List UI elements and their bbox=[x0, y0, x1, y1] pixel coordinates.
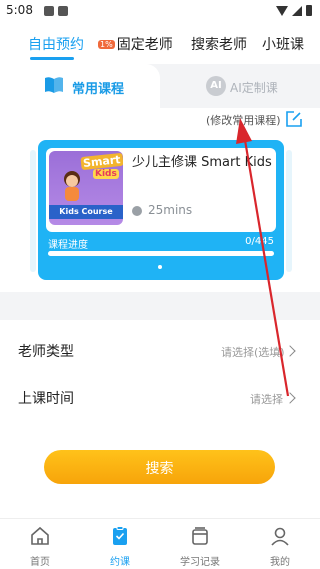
tab-free-booking[interactable]: 自由预约 bbox=[28, 34, 84, 54]
status-system-icons bbox=[276, 5, 312, 16]
course-title: 少儿主修课 Smart Kids bbox=[132, 155, 272, 170]
book-stack-icon bbox=[192, 527, 208, 545]
thumb-kids-text: Kids bbox=[93, 169, 119, 179]
nav-mine[interactable]: 我的 bbox=[250, 525, 310, 568]
progress-count: 0/445 bbox=[245, 236, 274, 247]
chevron-right-icon bbox=[284, 345, 296, 357]
thumb-banner: Kids Course bbox=[49, 205, 123, 219]
battery-icon bbox=[306, 5, 312, 16]
nav-mine-label: 我的 bbox=[270, 557, 290, 568]
nav-study-record[interactable]: 学习记录 bbox=[170, 525, 230, 568]
modify-common-courses-link[interactable]: (修改常用课程) bbox=[206, 112, 281, 128]
course-thumbnail: Smart Kids Kids Course bbox=[49, 151, 123, 225]
course-card-body: Smart Kids Kids Course 少儿主修课 Smart Kids … bbox=[46, 148, 276, 232]
tab-fixed-teacher-label: 固定老师 bbox=[116, 37, 173, 53]
tab-fixed-teacher[interactable]: 1% 固定老师 bbox=[98, 34, 173, 54]
status-notification-icons bbox=[44, 6, 68, 16]
thumb-smart-text: Smart bbox=[80, 152, 123, 171]
nav-home-label: 首页 bbox=[30, 557, 50, 568]
book-icon bbox=[45, 77, 63, 93]
clipboard-icon bbox=[113, 526, 127, 545]
class-time-label: 上课时间 bbox=[18, 391, 74, 407]
status-bar: 5:08 bbox=[0, 0, 320, 24]
top-tab-bar: 自由预约 1% 固定老师 搜索老师 小班课 bbox=[0, 28, 320, 62]
home-icon bbox=[31, 526, 49, 545]
segment-ai-custom-label: AI定制课 bbox=[230, 81, 278, 95]
nav-booking[interactable]: 约课 bbox=[90, 525, 150, 568]
clock-icon bbox=[132, 206, 142, 216]
ai-icon: AI bbox=[206, 76, 226, 96]
active-tab-indicator bbox=[30, 57, 74, 60]
teacher-type-value: 请选择(选填) bbox=[221, 346, 285, 359]
teacher-type-label: 老师类型 bbox=[18, 344, 74, 360]
signal-icon bbox=[292, 5, 302, 16]
status-time: 5:08 bbox=[6, 3, 33, 17]
course-duration: 25mins bbox=[148, 203, 193, 217]
app-notification-icon bbox=[58, 6, 68, 16]
girl-illustration bbox=[64, 171, 80, 201]
discount-badge: 1% bbox=[98, 40, 115, 49]
nav-booking-label: 约课 bbox=[110, 557, 130, 568]
wifi-icon bbox=[276, 5, 288, 16]
carousel-indicator-dot bbox=[158, 265, 162, 269]
tab-search-teacher[interactable]: 搜索老师 bbox=[191, 34, 247, 54]
class-time-row[interactable]: 上课时间 请选择 bbox=[0, 375, 320, 421]
progress-bar bbox=[48, 251, 274, 256]
person-icon bbox=[271, 527, 289, 546]
nav-home[interactable]: 首页 bbox=[10, 525, 70, 568]
carousel-next-card bbox=[286, 150, 292, 272]
section-divider bbox=[0, 292, 320, 320]
notification-icon bbox=[44, 6, 54, 16]
course-section: 常用课程 AI AI定制课 (修改常用课程) Smart Kids Kids C… bbox=[0, 64, 320, 292]
progress-label: 课程进度 bbox=[48, 240, 88, 251]
course-card[interactable]: Smart Kids Kids Course 少儿主修课 Smart Kids … bbox=[38, 140, 284, 280]
chevron-right-icon bbox=[284, 392, 296, 404]
class-time-value: 请选择 bbox=[250, 393, 283, 406]
course-type-switcher: 常用课程 AI AI定制课 bbox=[0, 64, 320, 108]
search-button[interactable]: 搜索 bbox=[44, 450, 275, 484]
bottom-nav: 首页 约课 学习记录 我的 bbox=[0, 518, 320, 569]
tab-small-class[interactable]: 小班课 bbox=[262, 34, 304, 54]
edit-icon[interactable] bbox=[285, 110, 303, 128]
teacher-type-row[interactable]: 老师类型 请选择(选填) bbox=[0, 328, 320, 374]
carousel-prev-card bbox=[30, 150, 36, 272]
nav-study-record-label: 学习记录 bbox=[180, 557, 220, 568]
segment-common-courses-label: 常用课程 bbox=[72, 82, 125, 97]
